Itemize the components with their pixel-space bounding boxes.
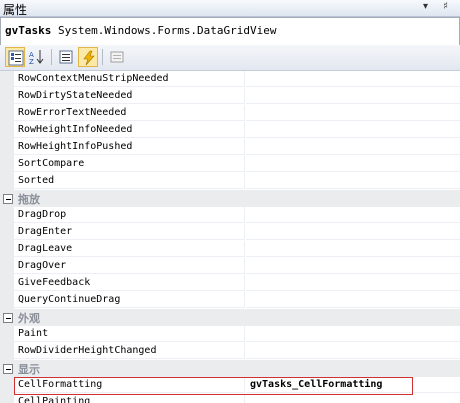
grid-row[interactable]: CellPainting xyxy=(0,394,460,403)
row-gutter xyxy=(0,343,14,360)
grid-row[interactable]: GiveFeedback xyxy=(0,275,460,292)
toolbar-separator xyxy=(51,49,52,65)
property-grid: RowContextMenuStripNeeded RowDirtyStateN… xyxy=(0,71,460,403)
property-name: GiveFeedback xyxy=(14,275,245,291)
property-value[interactable] xyxy=(246,207,460,223)
property-name: RowContextMenuStripNeeded xyxy=(14,71,245,87)
grid-row[interactable]: DragOver xyxy=(0,258,460,275)
grid-row[interactable]: RowDirtyStateNeeded xyxy=(0,88,460,105)
row-gutter xyxy=(0,139,14,156)
window-buttons[interactable]: ▾ ♯ xyxy=(423,1,454,12)
category-label: 外观 xyxy=(18,312,40,325)
property-value[interactable] xyxy=(246,88,460,104)
collapse-icon[interactable] xyxy=(3,313,13,323)
property-name: SortCompare xyxy=(14,156,245,172)
property-name: RowHeightInfoNeeded xyxy=(14,122,245,138)
object-name-text: gvTasks xyxy=(5,24,52,37)
grid-row[interactable]: Paint xyxy=(0,326,460,343)
property-name: Paint xyxy=(14,326,245,342)
property-value[interactable] xyxy=(246,343,460,359)
property-value[interactable] xyxy=(246,275,460,291)
property-name: DragOver xyxy=(14,258,245,274)
row-gutter xyxy=(0,241,14,258)
svg-text:Z: Z xyxy=(29,58,34,65)
row-gutter xyxy=(0,173,14,190)
row-gutter xyxy=(0,275,14,292)
property-value[interactable] xyxy=(246,156,460,172)
property-value[interactable] xyxy=(246,105,460,121)
category-appearance[interactable]: 外观 xyxy=(0,309,460,326)
collapse-icon[interactable] xyxy=(3,364,13,374)
grid-row[interactable]: RowErrorTextNeeded xyxy=(0,105,460,122)
object-type: System.Windows.Forms.DataGridView xyxy=(57,24,277,37)
property-value[interactable] xyxy=(246,292,460,308)
row-gutter xyxy=(0,394,14,403)
events-icon xyxy=(83,50,95,66)
property-name: RowErrorTextNeeded xyxy=(14,105,245,121)
grid-row[interactable]: QueryContinueDrag xyxy=(0,292,460,309)
row-gutter xyxy=(0,258,14,275)
object-name: gvTasks System.Windows.Forms.DataGridVie… xyxy=(5,24,277,37)
toolbar-separator xyxy=(102,49,103,65)
window-title: 属性 xyxy=(3,3,28,17)
object-selector[interactable]: gvTasks System.Windows.Forms.DataGridVie… xyxy=(0,17,460,46)
grid-row[interactable]: DragEnter xyxy=(0,224,460,241)
row-gutter xyxy=(0,88,14,105)
row-gutter xyxy=(0,122,14,139)
property-name: RowHeightInfoPushed xyxy=(14,139,245,155)
alphabetical-button[interactable]: A Z xyxy=(27,47,47,67)
property-name: DragLeave xyxy=(14,241,245,257)
property-value[interactable] xyxy=(246,71,460,87)
property-name: QueryContinueDrag xyxy=(14,292,245,308)
grid-row[interactable]: DragLeave xyxy=(0,241,460,258)
row-gutter xyxy=(0,156,14,173)
property-pages-icon xyxy=(110,51,124,63)
grid-row[interactable]: Sorted xyxy=(0,173,460,190)
grid-row[interactable]: DragDrop xyxy=(0,207,460,224)
category-display[interactable]: 显示 xyxy=(0,360,460,377)
category-drag-drop[interactable]: 拖放 xyxy=(0,190,460,207)
category-label: 显示 xyxy=(18,363,40,376)
events-button[interactable] xyxy=(78,47,98,67)
property-value[interactable] xyxy=(246,173,460,189)
property-pages-button[interactable] xyxy=(107,47,127,67)
property-name: CellPainting xyxy=(14,394,245,403)
grid-row[interactable]: RowHeightInfoPushed xyxy=(0,139,460,156)
row-gutter xyxy=(0,224,14,241)
property-name: DragEnter xyxy=(14,224,245,240)
properties-button[interactable] xyxy=(56,47,76,67)
grid-row[interactable]: RowDividerHeightChanged xyxy=(0,343,460,360)
grid-row[interactable]: RowHeightInfoNeeded xyxy=(0,122,460,139)
row-gutter xyxy=(0,71,14,88)
grid-row[interactable]: RowContextMenuStripNeeded xyxy=(0,71,460,88)
grid-row[interactable]: SortCompare xyxy=(0,156,460,173)
property-name: RowDividerHeightChanged xyxy=(14,343,245,359)
properties-icon xyxy=(59,50,73,64)
row-gutter xyxy=(0,105,14,122)
property-value[interactable] xyxy=(246,258,460,274)
categorized-button[interactable] xyxy=(5,47,25,67)
property-name: DragDrop xyxy=(14,207,245,223)
property-value[interactable] xyxy=(246,241,460,257)
properties-title-bar: 属性 ▾ ♯ xyxy=(0,0,460,17)
property-value[interactable] xyxy=(246,326,460,342)
row-gutter xyxy=(0,207,14,224)
property-value[interactable] xyxy=(246,122,460,138)
collapse-icon[interactable] xyxy=(3,194,13,204)
property-value[interactable] xyxy=(246,394,460,403)
property-value[interactable] xyxy=(246,139,460,155)
row-gutter xyxy=(0,326,14,343)
selection-highlight-box xyxy=(14,377,413,395)
row-gutter xyxy=(0,292,14,309)
property-name: RowDirtyStateNeeded xyxy=(14,88,245,104)
property-name: Sorted xyxy=(14,173,245,189)
property-value[interactable] xyxy=(246,224,460,240)
alphabetical-icon: A Z xyxy=(29,50,44,65)
row-gutter xyxy=(0,377,14,394)
properties-toolbar: A Z xyxy=(0,45,460,71)
categorized-icon xyxy=(8,50,24,66)
category-label: 拖放 xyxy=(18,193,40,206)
